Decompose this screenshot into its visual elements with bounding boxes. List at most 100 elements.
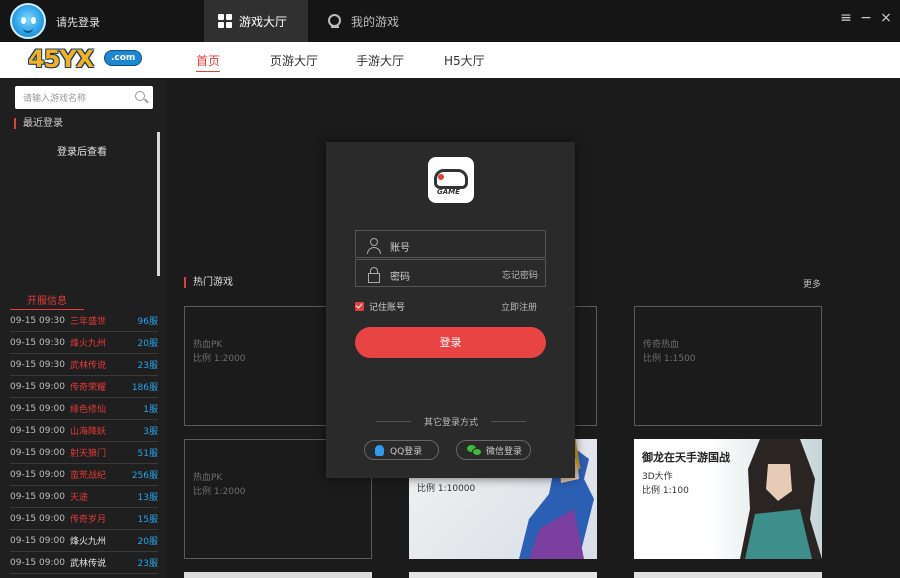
server-time: 09-15 09:00	[10, 381, 65, 392]
game-card-art[interactable]	[184, 572, 372, 578]
minimize-icon[interactable]: −	[858, 10, 874, 26]
server-game: 烽火九州	[70, 339, 107, 349]
recent-title: 最近登录	[14, 118, 63, 129]
server-number: 13服	[137, 493, 158, 503]
server-time: 09-15 09:00	[10, 535, 65, 546]
server-number: 256服	[131, 471, 158, 481]
user-icon	[367, 238, 381, 254]
wechat-login-button[interactable]: 微信登录	[456, 440, 531, 460]
qq-login-button[interactable]: QQ登录	[364, 440, 439, 460]
forgot-password-link[interactable]: 忘记密码	[502, 268, 538, 281]
server-row[interactable]: 09-15 09:00 蛮荒战纪 256服	[10, 464, 158, 486]
server-number: 23服	[137, 361, 158, 371]
nav-mobile-hall[interactable]: 手游大厅	[356, 52, 404, 69]
server-number: 20服	[137, 537, 158, 547]
divider	[491, 421, 526, 422]
webcam-icon	[328, 13, 341, 29]
logo-text: 45YX	[28, 45, 94, 73]
server-time: 09-15 09:00	[10, 425, 65, 436]
server-row[interactable]: 09-15 09:00 传奇荣耀 186服	[10, 376, 158, 398]
server-row[interactable]: 09-15 09:00 武林传说 23服	[10, 552, 158, 574]
game-card-ratio: 比例 1:1500	[643, 354, 696, 364]
server-game: 三年盛世	[70, 317, 107, 327]
game-logo-text: GAME	[437, 188, 460, 196]
login-modal: GAME 账号 密码 忘记密码 记住账号 立即注册 登录 其它登录方式 QQ登录…	[326, 142, 575, 478]
game-card-art[interactable]	[409, 572, 597, 578]
server-row[interactable]: 09-15 09:00 绯色修仙 1服	[10, 398, 158, 420]
account-field[interactable]: 账号	[355, 230, 546, 258]
menu-icon[interactable]: ≡	[838, 10, 854, 26]
server-row[interactable]: 09-15 09:00 天途 13服	[10, 486, 158, 508]
logo-suffix: .com	[104, 50, 143, 66]
server-game: 武林传说	[70, 559, 107, 569]
game-card-title: 热血PK	[193, 473, 223, 483]
search-input[interactable]: 请输入游戏名称	[23, 91, 86, 104]
hot-games-title: 热门游戏	[184, 277, 233, 288]
wechat-icon	[467, 445, 482, 456]
server-time: 09-15 09:00	[10, 447, 65, 458]
login-hint[interactable]: 请先登录	[56, 14, 100, 30]
close-icon[interactable]: ×	[878, 10, 894, 26]
server-row[interactable]: 09-15 09:00 射天狼门 51服	[10, 442, 158, 464]
account-input[interactable]: 账号	[390, 239, 410, 254]
register-link[interactable]: 立即注册	[501, 300, 537, 313]
game-card[interactable]: 传奇热血 比例 1:1500	[634, 306, 822, 426]
tab-game-hall-label: 游戏大厅	[239, 14, 288, 29]
server-game: 绯色修仙	[70, 405, 107, 415]
lock-icon	[367, 267, 380, 283]
game-logo-icon: GAME	[428, 157, 474, 203]
server-number: 186服	[131, 383, 158, 393]
server-time: 09-15 09:00	[10, 491, 65, 502]
server-time: 09-15 09:00	[10, 469, 65, 480]
server-time: 09-15 09:30	[10, 359, 65, 370]
game-card-art[interactable]: 御龙在天手游国战 3D大作 比例 1:100	[634, 439, 822, 559]
server-game: 传奇荣耀	[70, 383, 107, 393]
remember-account[interactable]: 记住账号	[355, 300, 405, 313]
search-icon[interactable]	[135, 91, 145, 101]
server-row[interactable]: 09-15 09:30 武林传说 23服	[10, 354, 158, 376]
server-row[interactable]: 09-15 09:00 传奇岁月 15服	[10, 508, 158, 530]
app-window: 请先登录 游戏大厅 我的游戏 ≡ − × 45YX .com 首页 页游大厅 手…	[0, 0, 900, 578]
wechat-login-label: 微信登录	[486, 446, 523, 457]
nav-home[interactable]: 首页	[196, 52, 221, 72]
server-info-title: 开服信息	[10, 292, 84, 310]
more-link[interactable]: 更多	[803, 277, 821, 290]
server-number: 20服	[137, 339, 158, 349]
server-game: 天途	[70, 493, 89, 503]
server-number: 15服	[137, 515, 158, 525]
remember-checkbox[interactable]	[355, 302, 364, 311]
server-row[interactable]: 09-15 09:00 山海降妖 3服	[10, 420, 158, 442]
nav-webgame-hall[interactable]: 页游大厅	[270, 52, 318, 69]
site-logo[interactable]: 45YX .com	[28, 45, 143, 73]
tab-game-hall[interactable]: 游戏大厅	[204, 0, 308, 42]
game-card-ratio: 比例 1:2000	[193, 354, 246, 364]
sidebar: 请输入游戏名称 最近登录 登录后查看 开服信息 09-15 09:30 三年盛世 9…	[0, 78, 166, 578]
server-row[interactable]: 09-15 09:30 三年盛世 96服	[10, 310, 158, 332]
server-time: 09-15 09:00	[10, 513, 65, 524]
server-game: 射天狼门	[70, 449, 107, 459]
search-box[interactable]: 请输入游戏名称	[15, 86, 153, 109]
avatar[interactable]	[10, 3, 46, 39]
server-row[interactable]: 09-15 09:00 烽火九州 20服	[10, 530, 158, 552]
server-number: 3服	[143, 427, 158, 437]
password-input[interactable]: 密码	[390, 268, 410, 283]
game-card-title: 热血PK	[193, 340, 223, 350]
nav-h5-hall[interactable]: H5大厅	[444, 52, 485, 69]
server-number: 23服	[137, 559, 158, 569]
recent-scrollbar[interactable]	[157, 132, 160, 276]
recent-empty-text: 登录后查看	[57, 147, 107, 158]
tab-my-games-label: 我的游戏	[351, 14, 400, 29]
password-field[interactable]: 密码 忘记密码	[355, 259, 546, 287]
other-login-label: 其它登录方式	[423, 418, 478, 428]
tab-my-games[interactable]: 我的游戏	[326, 0, 430, 42]
grid-icon	[218, 14, 232, 28]
login-button[interactable]: 登录	[355, 327, 546, 358]
game-card-art[interactable]	[634, 572, 822, 578]
server-game: 蛮荒战纪	[70, 471, 107, 481]
remember-label: 记住账号	[369, 303, 406, 313]
server-row[interactable]: 09-15 09:30 烽火九州 20服	[10, 332, 158, 354]
qq-icon	[375, 444, 384, 456]
gamepad-button-icon	[438, 174, 444, 180]
server-time: 09-15 09:30	[10, 315, 65, 326]
server-time: 09-15 09:00	[10, 403, 65, 414]
